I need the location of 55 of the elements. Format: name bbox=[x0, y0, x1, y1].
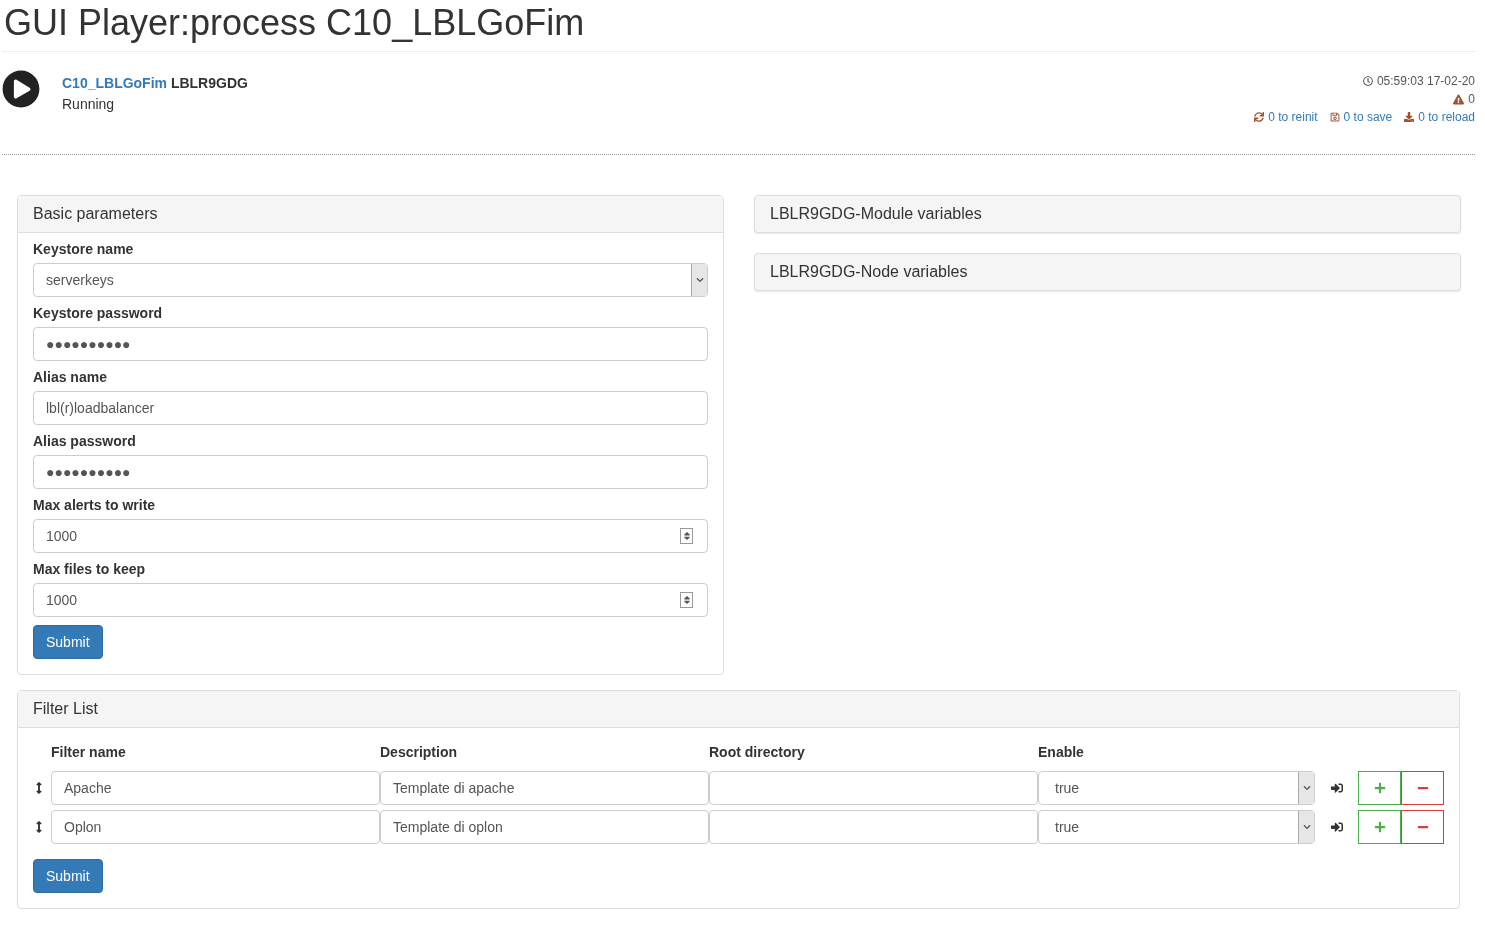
plus-icon bbox=[1373, 821, 1386, 833]
download-icon bbox=[1404, 112, 1415, 122]
select-field[interactable]: true bbox=[1038, 810, 1315, 844]
field-label: Max alerts to write bbox=[33, 497, 157, 513]
submit-button[interactable]: Submit bbox=[33, 859, 103, 893]
input-field[interactable] bbox=[709, 771, 1038, 805]
column-header: Enable bbox=[1038, 744, 1085, 762]
action-link[interactable]: 0 to save bbox=[1343, 110, 1393, 124]
input-field[interactable]: Template di oplon bbox=[380, 810, 709, 844]
number-field[interactable]: 1000 bbox=[33, 519, 708, 553]
collapsed-panel[interactable]: LBLR9GDG-Node variables bbox=[754, 253, 1461, 291]
select-field[interactable]: serverkeys bbox=[33, 263, 708, 297]
select-field[interactable]: true bbox=[1038, 771, 1315, 805]
panel-title: Basic parameters bbox=[18, 196, 723, 233]
field-label: Max files to keep bbox=[33, 561, 147, 577]
spinner-icon[interactable] bbox=[681, 531, 692, 541]
process-name: C10_LBLGoFim LBLR9GDG bbox=[62, 75, 248, 91]
caret-icon bbox=[1302, 823, 1311, 831]
collapsed-panel[interactable]: LBLR9GDG-Module variables bbox=[754, 195, 1461, 233]
save-icon bbox=[1329, 112, 1340, 122]
submit-button[interactable]: Submit bbox=[33, 625, 103, 659]
column-header: Filter name bbox=[51, 744, 127, 762]
number-field[interactable]: 1000 bbox=[33, 583, 708, 617]
column-header: Description bbox=[380, 744, 458, 762]
warning-icon bbox=[1453, 93, 1465, 105]
password-field[interactable]: ●●●●●●●●●● bbox=[33, 455, 708, 489]
action-link[interactable]: 0 to reinit bbox=[1268, 110, 1318, 124]
caret-icon bbox=[1302, 784, 1311, 792]
field-label: Alias name bbox=[33, 369, 108, 385]
action-link[interactable]: 0 to reload bbox=[1418, 110, 1475, 124]
process-status: Running bbox=[62, 96, 116, 112]
panel-title: Filter List bbox=[18, 691, 1459, 728]
sign-in-icon bbox=[1330, 782, 1343, 794]
field-label: Keystore password bbox=[33, 305, 164, 321]
sign-in-icon bbox=[1330, 821, 1343, 833]
alert-count: 0 bbox=[1468, 92, 1475, 106]
input-field[interactable]: Oplon bbox=[51, 810, 380, 844]
input-field[interactable]: Apache bbox=[51, 771, 380, 805]
play-icon bbox=[2, 70, 40, 108]
plus-icon bbox=[1373, 782, 1386, 794]
remove-button[interactable] bbox=[1401, 810, 1444, 844]
clock-icon bbox=[1362, 76, 1373, 86]
input-field[interactable]: Template di apache bbox=[380, 771, 709, 805]
timestamp: 05:59:03 17-02-20 bbox=[1376, 74, 1475, 88]
field-label: Alias password bbox=[33, 433, 137, 449]
page-title: GUI Player:process C10_LBLGoFim bbox=[2, 0, 1475, 52]
remove-button[interactable] bbox=[1401, 771, 1444, 805]
input-field[interactable]: lbl(r)loadbalancer bbox=[33, 391, 708, 425]
caret-icon bbox=[695, 276, 704, 284]
spinner-icon[interactable] bbox=[681, 595, 692, 605]
input-field[interactable] bbox=[709, 810, 1038, 844]
field-label: Keystore name bbox=[33, 241, 135, 257]
password-field[interactable]: ●●●●●●●●●● bbox=[33, 327, 708, 361]
refresh-icon bbox=[1254, 112, 1265, 122]
column-header: Root directory bbox=[709, 744, 806, 762]
